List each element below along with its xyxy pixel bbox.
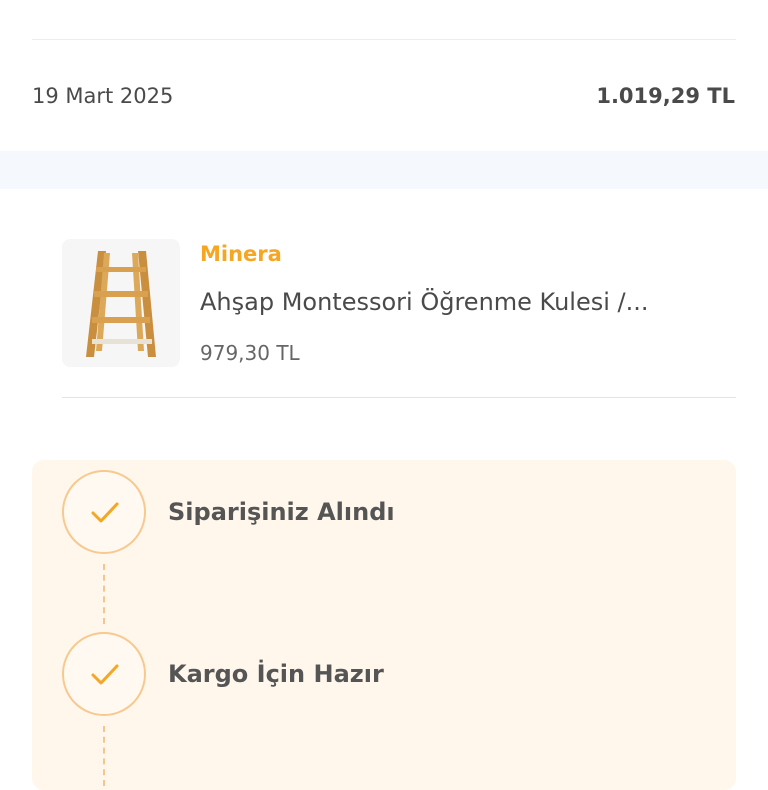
- step-2-label: Kargo İçin Hazır: [168, 660, 384, 688]
- learning-tower-icon: [86, 251, 156, 357]
- product-thumbnail[interactable]: [62, 239, 180, 367]
- timeline-connector: [103, 564, 105, 624]
- order-total: 1.019,29 TL: [596, 84, 735, 108]
- section-separator: [0, 151, 768, 189]
- check-icon: [91, 664, 119, 685]
- product-price: 979,30 TL: [200, 341, 300, 365]
- step-2-status: [62, 632, 146, 716]
- step-1-status: [62, 470, 146, 554]
- timeline-connector: [103, 726, 105, 786]
- product-name[interactable]: Ahşap Montessori Öğrenme Kulesi /...: [200, 288, 649, 316]
- product-brand[interactable]: Minera: [200, 242, 282, 266]
- item-divider: [62, 397, 736, 398]
- order-status-timeline: Siparişiniz Alındı Kargo İçin Hazır: [32, 460, 736, 790]
- step-1-label: Siparişiniz Alındı: [168, 498, 395, 526]
- order-date: 19 Mart 2025: [32, 84, 174, 108]
- check-icon: [91, 502, 119, 523]
- top-divider: [32, 39, 736, 40]
